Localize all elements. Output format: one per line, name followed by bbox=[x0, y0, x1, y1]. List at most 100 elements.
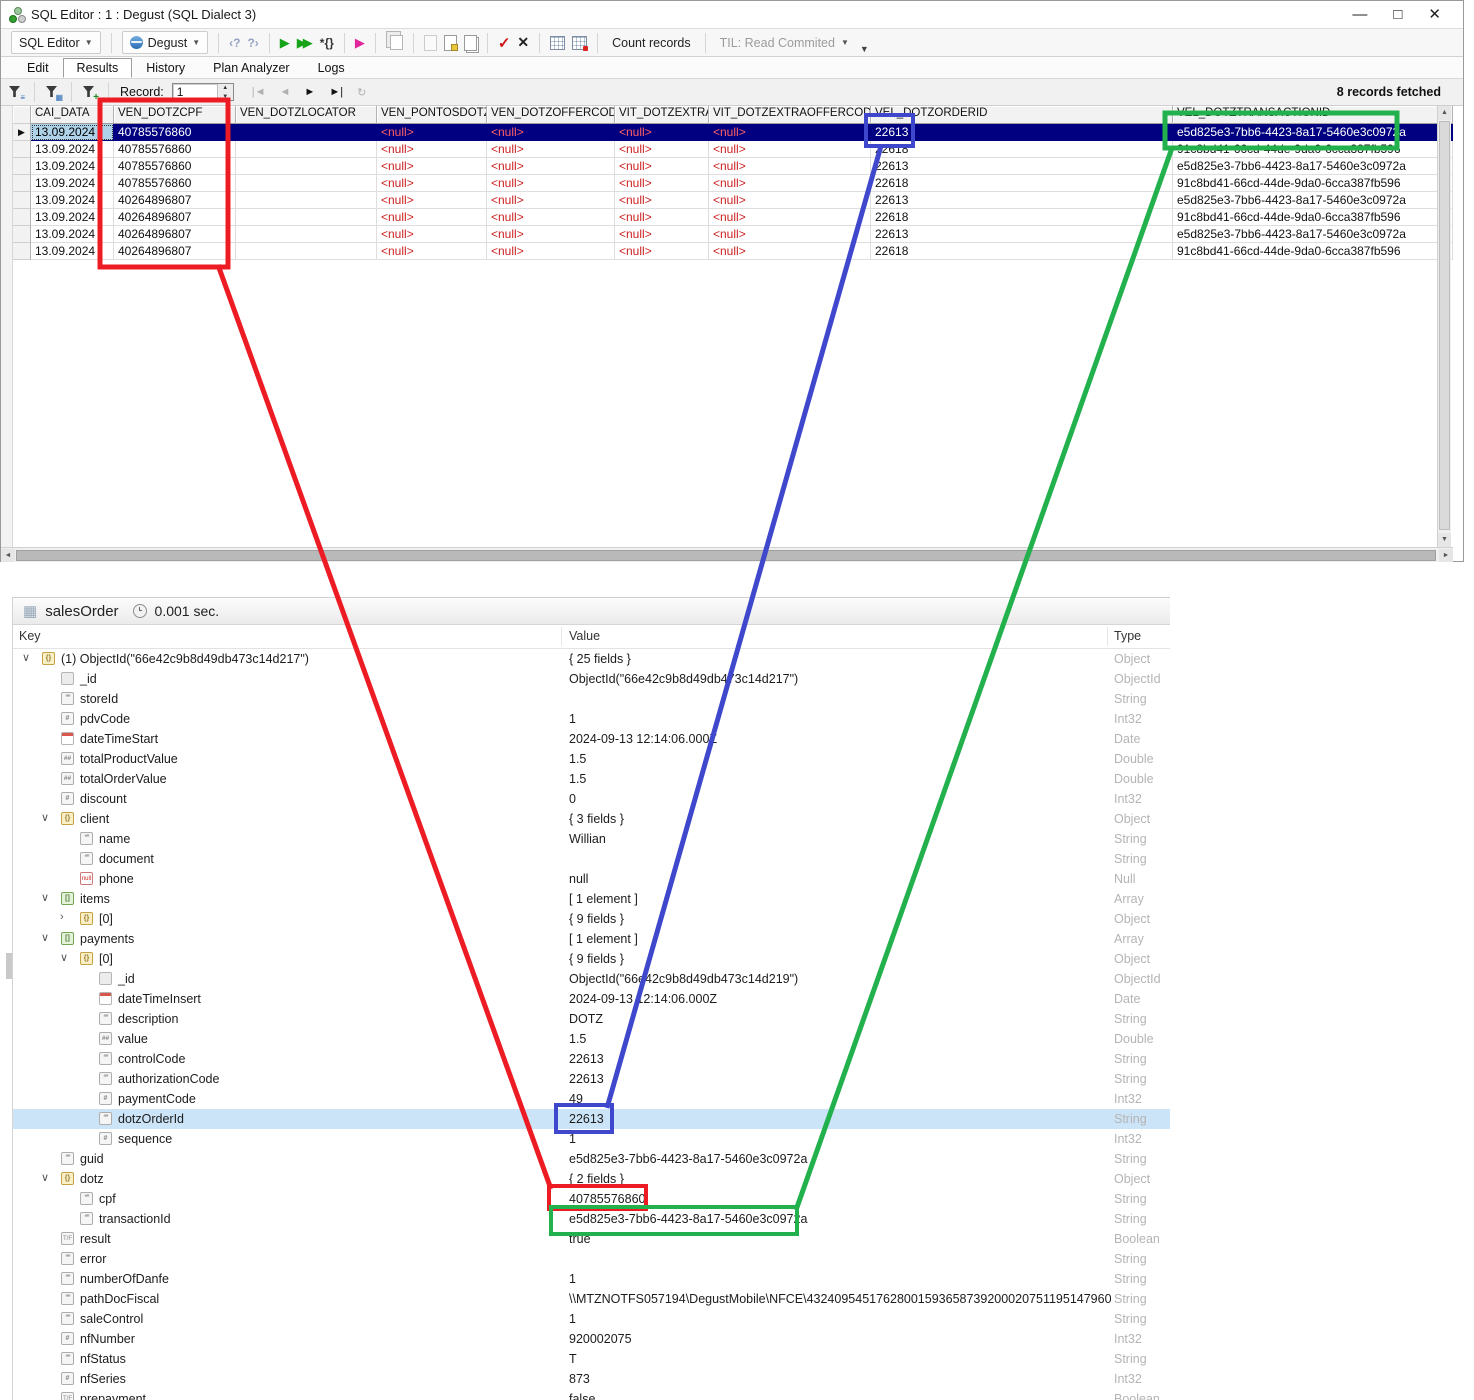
value-column-header[interactable]: Value bbox=[569, 629, 600, 643]
grid-cell[interactable]: 40264896807 bbox=[114, 192, 236, 209]
grid-cell[interactable]: 40785576860 bbox=[114, 141, 236, 158]
scroll-up-icon[interactable]: ▲ bbox=[1438, 106, 1451, 120]
tree-row[interactable]: T/F prepayment false Boolean bbox=[13, 1389, 1170, 1400]
table-row[interactable]: 13.09.2024 40785576860 <null> <null> <null> <… bbox=[13, 175, 1453, 192]
grid-cell[interactable]: 22613 bbox=[871, 226, 1173, 243]
rollback-icon[interactable]: ✕ bbox=[517, 34, 529, 51]
tab-history[interactable]: History bbox=[132, 58, 199, 78]
tree-row[interactable]: “” nfStatus T String bbox=[13, 1349, 1170, 1369]
grid-cell[interactable]: 91c8bd41-66cd-44de-9da0-6cca387fb596 bbox=[1173, 243, 1453, 260]
filter-add-icon[interactable] bbox=[83, 85, 99, 103]
grid-cell[interactable]: <null> bbox=[615, 141, 709, 158]
scroll-right-icon[interactable]: ► bbox=[1439, 549, 1453, 562]
tab-logs[interactable]: Logs bbox=[304, 58, 359, 78]
tree-row[interactable]: “” pathDocFiscal \\MTZNOTFS057194\DegustMo… bbox=[13, 1289, 1170, 1309]
table-row[interactable]: 13.09.2024 40264896807 <null> <null> <null> <… bbox=[13, 243, 1453, 260]
close-button[interactable]: ✕ bbox=[1428, 7, 1441, 22]
tree-row[interactable]: # discount 0 Int32 bbox=[13, 789, 1170, 809]
tree-row[interactable]: “” authorizationCode 22613 String bbox=[13, 1069, 1170, 1089]
grid-cell[interactable]: <null> bbox=[615, 226, 709, 243]
grid-cell[interactable]: <null> bbox=[487, 192, 615, 209]
grid-cell[interactable]: e5d825e3-7bb6-4423-8a17-5460e3c0972a bbox=[1173, 226, 1453, 243]
grid-cell[interactable]: <null> bbox=[709, 209, 871, 226]
grid-cell[interactable]: <null> bbox=[487, 209, 615, 226]
grid-cell[interactable]: 40785576860 bbox=[114, 175, 236, 192]
grid-cell[interactable]: <null> bbox=[377, 124, 487, 141]
grid-cell[interactable]: 22618 bbox=[871, 209, 1173, 226]
count-records-button[interactable]: Count records bbox=[608, 36, 695, 50]
grid-cell[interactable]: <null> bbox=[709, 124, 871, 141]
grid-column-header[interactable]: VEN_PONTOSDOTZ bbox=[377, 106, 487, 124]
grid-column-header[interactable]: VEL_DOTZORDERID bbox=[871, 106, 1173, 124]
minimize-button[interactable]: — bbox=[1352, 7, 1367, 22]
copy-icon[interactable] bbox=[389, 35, 403, 50]
grid-cell[interactable]: <null> bbox=[377, 209, 487, 226]
grid-cell[interactable]: 22613 bbox=[871, 192, 1173, 209]
grid-cell[interactable]: <null> bbox=[709, 175, 871, 192]
toolbar-overflow-icon[interactable]: ▼ bbox=[860, 44, 869, 54]
table-row[interactable]: 13.09.2024 40264896807 <null> <null> <null> <… bbox=[13, 209, 1453, 226]
panel-scroll-thumb[interactable] bbox=[6, 953, 12, 979]
horizontal-scrollbar[interactable]: ◄ ► bbox=[1, 547, 1453, 562]
tree-row[interactable]: ## value 1.5 Double bbox=[13, 1029, 1170, 1049]
type-column-header[interactable]: Type bbox=[1114, 629, 1141, 643]
filter-settings-icon[interactable] bbox=[46, 85, 63, 102]
tree-row[interactable]: “” error String bbox=[13, 1249, 1170, 1269]
grid-cell[interactable]: <null> bbox=[487, 226, 615, 243]
expander-open-icon[interactable]: ∨ bbox=[41, 811, 49, 824]
form-view-icon[interactable] bbox=[550, 35, 566, 50]
grid-cell[interactable]: 13.09.2024 bbox=[31, 175, 114, 192]
grid-cell[interactable]: 13.09.2024 bbox=[31, 243, 114, 260]
first-record-icon[interactable]: |◄ bbox=[252, 86, 266, 98]
horizontal-scroll-thumb[interactable] bbox=[16, 550, 1436, 561]
grid-cell[interactable]: <null> bbox=[615, 124, 709, 141]
grid-cell[interactable]: <null> bbox=[615, 209, 709, 226]
record-input[interactable]: 1 ▲ ▼ bbox=[171, 83, 234, 101]
tree-row[interactable]: “” dotzOrderId 22613 String bbox=[13, 1109, 1170, 1129]
prior-record-icon[interactable]: ◄ bbox=[280, 86, 291, 98]
grid-cell[interactable]: 40264896807 bbox=[114, 226, 236, 243]
grid-cell[interactable]: <null> bbox=[615, 158, 709, 175]
grid-cell[interactable]: 40785576860 bbox=[114, 124, 236, 141]
tree-row[interactable]: ∨ [] items [ 1 element ] Array bbox=[13, 889, 1170, 909]
grid-cell[interactable]: 91c8bd41-66cd-44de-9da0-6cca387fb596 bbox=[1173, 209, 1453, 226]
tab-edit[interactable]: Edit bbox=[13, 58, 63, 78]
grid-cell[interactable]: <null> bbox=[487, 124, 615, 141]
grid-cell[interactable]: 13.09.2024 bbox=[31, 192, 114, 209]
grid-cell[interactable]: <null> bbox=[377, 141, 487, 158]
tab-results[interactable]: Results bbox=[62, 58, 133, 78]
grid-cell[interactable]: <null> bbox=[615, 192, 709, 209]
tree-row[interactable]: “” cpf 40785576860 String bbox=[13, 1189, 1170, 1209]
grid-cell[interactable]: e5d825e3-7bb6-4423-8a17-5460e3c0972a bbox=[1173, 158, 1453, 175]
grid-cell[interactable]: <null> bbox=[487, 141, 615, 158]
tree-row[interactable]: “” controlCode 22613 String bbox=[13, 1049, 1170, 1069]
grid-cell[interactable]: 13.09.2024 bbox=[31, 124, 114, 141]
tree-row[interactable]: _id ObjectId("66e42c9b8d49db473c14d217") O… bbox=[13, 669, 1170, 689]
vertical-scroll-thumb[interactable] bbox=[1439, 121, 1450, 530]
grid-cell[interactable]: 40264896807 bbox=[114, 209, 236, 226]
grid-cell[interactable] bbox=[236, 209, 377, 226]
grid-column-header[interactable]: VEL_DOTZTRANSACTIONID bbox=[1173, 106, 1453, 124]
tree-row[interactable]: ∨ {} dotz { 2 fields } Object bbox=[13, 1169, 1170, 1189]
expander-open-icon[interactable]: ∨ bbox=[41, 931, 49, 944]
table-row[interactable]: 13.09.2024 40264896807 <null> <null> <null> <… bbox=[13, 192, 1453, 209]
tree-row[interactable]: ## totalProductValue 1.5 Double bbox=[13, 749, 1170, 769]
grid-cell[interactable] bbox=[236, 226, 377, 243]
tree-row[interactable]: null phone null Null bbox=[13, 869, 1170, 889]
tree-row[interactable]: T/F result true Boolean bbox=[13, 1229, 1170, 1249]
grid-cell[interactable]: 13.09.2024 bbox=[31, 158, 114, 175]
refresh-icon[interactable]: ↻ bbox=[357, 86, 366, 99]
grid-cell[interactable]: e5d825e3-7bb6-4423-8a17-5460e3c0972a bbox=[1173, 192, 1453, 209]
expander-closed-icon[interactable]: › bbox=[60, 911, 64, 923]
expander-open-icon[interactable]: ∨ bbox=[41, 1171, 49, 1184]
commit-icon[interactable]: ✓ bbox=[498, 34, 511, 52]
grid-cell[interactable]: 22613 bbox=[871, 124, 1173, 141]
tree-row[interactable]: # paymentCode 49 Int32 bbox=[13, 1089, 1170, 1109]
tree-row[interactable]: “” name Willian String bbox=[13, 829, 1170, 849]
grid-cell[interactable]: 22618 bbox=[871, 243, 1173, 260]
table-row[interactable]: 13.09.2024 40264896807 <null> <null> <null> <… bbox=[13, 226, 1453, 243]
tree-row[interactable]: › {} [0] { 9 fields } Object bbox=[13, 909, 1170, 929]
tree-row[interactable]: “” description DOTZ String bbox=[13, 1009, 1170, 1029]
tree-row[interactable]: “” storeId String bbox=[13, 689, 1170, 709]
grid-cell[interactable]: 13.09.2024 bbox=[31, 226, 114, 243]
